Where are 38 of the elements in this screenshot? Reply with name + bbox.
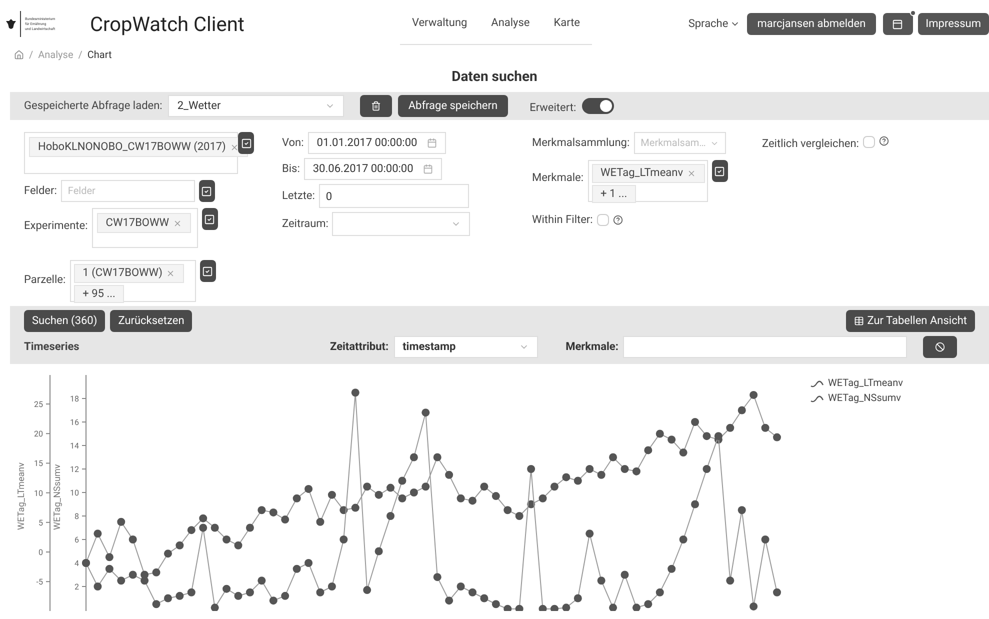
tick-label: 6 (74, 536, 79, 544)
tick-label: 5 (38, 518, 43, 528)
tick-label: 18 (70, 394, 79, 404)
field-label: Within Filter: (532, 212, 593, 228)
breadcrumb-separator: / (29, 48, 34, 62)
field-label: Gespeicherte Abfrage laden: (24, 98, 162, 114)
field-label: Bis: (282, 160, 300, 177)
field-label: Erweitert: (530, 101, 576, 114)
tick-label: 14 (70, 442, 79, 450)
field-label: Merkmale: (566, 338, 618, 355)
field-label: Letzte: (282, 188, 315, 204)
field-label: Zeitraum: (282, 216, 328, 232)
page-title: Daten suchen (452, 68, 538, 87)
tick-label: 8 (74, 512, 79, 521)
field-label: Zeitattribut: (330, 338, 389, 355)
app-title: CropWatch Client (90, 11, 246, 38)
tick-label: 0 (38, 548, 43, 557)
y-axis-title: WETag_LTmeanv (17, 462, 27, 530)
field-label: Experimente: (24, 219, 88, 232)
tick-label: 15 (34, 459, 43, 468)
tick-label: 10 (70, 488, 79, 498)
tick-label: 25 (34, 400, 43, 409)
tick-label: 4 (74, 559, 79, 568)
field-label: Zeitlich vergleichen: (762, 136, 859, 152)
chart-title: Timeseries (24, 338, 80, 355)
breadcrumb-separator: / (78, 48, 82, 62)
field-label: Parzelle: (24, 273, 66, 286)
tick-label: 10 (34, 488, 43, 498)
field-label: Merkmale: (532, 171, 584, 184)
tick-label: 12 (70, 465, 79, 474)
field-label: Von: (282, 134, 304, 151)
field-label: Felder: (24, 182, 57, 199)
y-axis-title: WETag_NSsumv (53, 464, 63, 530)
field-label: Merkmalsammlung: (532, 134, 630, 151)
tick-label: 2 (74, 582, 79, 592)
tick-label: 20 (34, 430, 43, 439)
tick-label: -5 (36, 578, 43, 587)
tick-label: 16 (70, 418, 79, 427)
